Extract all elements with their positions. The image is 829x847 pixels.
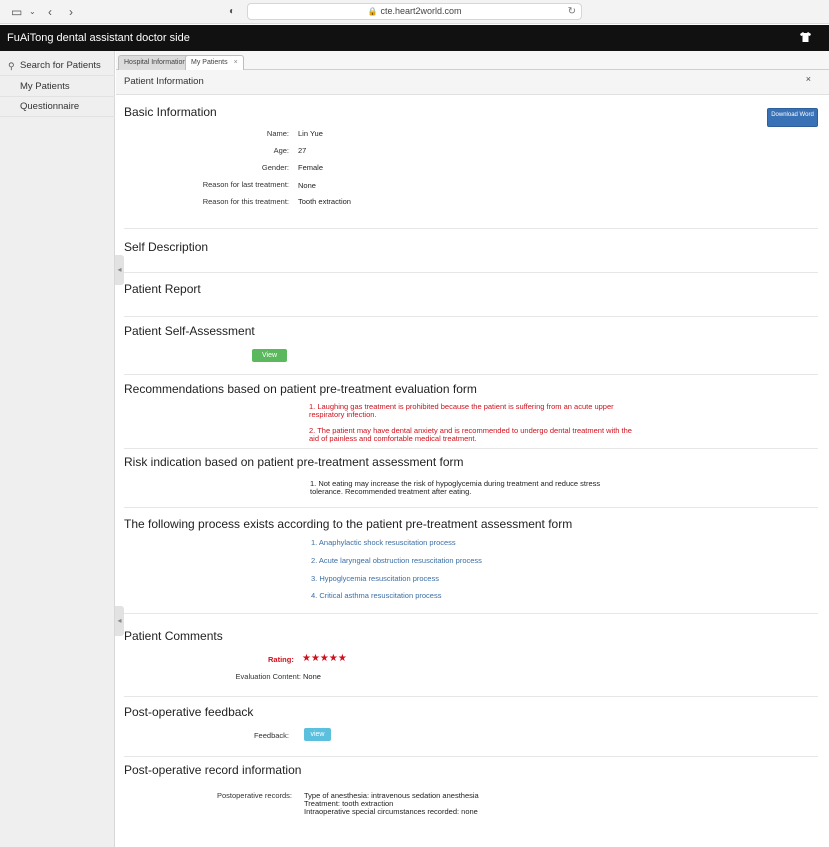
- view-self-assessment-button[interactable]: View: [252, 349, 287, 362]
- rating-label: Rating:: [268, 655, 294, 664]
- section-title-comments: Patient Comments: [124, 629, 223, 643]
- risk-item: 1. Not eating may increase the risk of h…: [310, 479, 601, 496]
- tab-label: Hospital Information: [124, 59, 187, 66]
- evaluation-value: None: [303, 672, 321, 681]
- shield-icon[interactable]: ◐: [229, 4, 235, 20]
- section-title-records: Post-operative record information: [124, 763, 302, 777]
- tab-my-patients[interactable]: My Patients ×: [185, 55, 244, 70]
- tab-hospital-information[interactable]: Hospital Information: [118, 55, 193, 70]
- close-icon[interactable]: ×: [234, 59, 238, 66]
- collapse-sidebar-handle[interactable]: ◂: [115, 255, 124, 285]
- sidebar: ⚲ Search for Patients My Patients Questi…: [0, 51, 115, 847]
- divider: [124, 316, 818, 317]
- app-title: FuAiTong dental assistant doctor side: [7, 32, 190, 44]
- reload-icon[interactable]: ↻: [568, 4, 576, 19]
- process-link[interactable]: 1. Anaphylactic shock resuscitation proc…: [311, 538, 456, 547]
- field-label: Name:: [266, 129, 289, 138]
- field-label: Reason for last treatment:: [202, 180, 289, 189]
- divider: [124, 507, 818, 508]
- field-value: None: [298, 181, 316, 190]
- tab-label: My Patients: [191, 59, 228, 66]
- section-title-self-description: Self Description: [124, 240, 209, 254]
- divider: [124, 448, 818, 449]
- process-link[interactable]: 2. Acute laryngeal obstruction resuscita…: [311, 556, 482, 565]
- section-title-basic: Basic Information: [124, 105, 217, 119]
- section-title-recommendations: Recommendations based on patient pre-tre…: [124, 382, 477, 396]
- url-text: cte.heart2world.com: [380, 6, 462, 16]
- records-label: Postoperative records:: [216, 791, 292, 800]
- divider: [124, 756, 818, 757]
- field-label: Gender:: [261, 163, 289, 172]
- close-icon[interactable]: ×: [806, 74, 811, 84]
- search-icon: ⚲: [8, 61, 15, 71]
- sidebar-item-label: Questionnaire: [20, 101, 80, 112]
- rating-stars: ★★★★★: [302, 653, 347, 664]
- back-icon[interactable]: ‹: [48, 4, 52, 20]
- section-title-process: The following process exists according t…: [124, 517, 573, 531]
- browser-toolbar: ▭ ⌄ ‹ › ◐ 🔒 cte.heart2world.com ↻: [0, 0, 829, 24]
- sidebar-item-label: Search for Patients: [20, 60, 101, 71]
- view-feedback-button[interactable]: view: [304, 728, 331, 741]
- divider: [124, 228, 818, 229]
- download-word-button[interactable]: Download Word: [767, 108, 818, 127]
- field-label: Reason for this treatment:: [202, 197, 289, 206]
- sidebar-item-questionnaire[interactable]: Questionnaire: [0, 97, 115, 117]
- sidebar-item-search[interactable]: ⚲ Search for Patients: [0, 56, 115, 76]
- evaluation-label: Evaluation Content:: [235, 672, 301, 681]
- field-label: Age:: [273, 146, 289, 155]
- divider: [124, 613, 818, 614]
- sidebar-item-label: My Patients: [20, 81, 70, 92]
- section-title-patient-report: Patient Report: [124, 282, 201, 296]
- address-bar[interactable]: 🔒 cte.heart2world.com ↻: [247, 3, 582, 20]
- shirt-icon[interactable]: [799, 31, 812, 43]
- forward-icon[interactable]: ›: [69, 4, 73, 20]
- divider: [124, 272, 818, 273]
- record-line: Intraoperative special circumstances rec…: [304, 807, 478, 816]
- chevron-left-icon: ◂: [117, 265, 122, 274]
- sidebar-item-my-patients[interactable]: My Patients: [0, 77, 115, 97]
- section-title-self-assessment: Patient Self-Assessment: [124, 324, 255, 338]
- field-value: Lin Yue: [298, 129, 323, 138]
- field-value: 27: [298, 146, 307, 155]
- process-link[interactable]: 3. Hypoglycemia resuscitation process: [311, 574, 439, 583]
- collapse-sidebar-handle[interactable]: ◂: [115, 606, 124, 636]
- panel-title: Patient Information: [124, 76, 204, 87]
- feedback-label: Feedback:: [253, 731, 289, 740]
- recommendation-item: 1. Laughing gas treatment is prohibited …: [309, 402, 614, 419]
- lock-icon: 🔒: [367, 7, 378, 16]
- divider: [124, 696, 818, 697]
- section-title-risk: Risk indication based on patient pre-tre…: [124, 455, 464, 469]
- recommendation-item: 2. The patient may have dental anxiety a…: [309, 426, 632, 443]
- chevron-down-icon[interactable]: ⌄: [29, 4, 36, 20]
- process-link[interactable]: 4. Critical asthma resuscitation process: [311, 591, 441, 600]
- sidebar-toggle-icon[interactable]: ▭: [11, 4, 22, 20]
- divider: [124, 374, 818, 375]
- field-value: Tooth extraction: [298, 197, 351, 206]
- field-value: Female: [298, 163, 324, 172]
- panel-header: Patient Information ×: [116, 70, 829, 95]
- tab-bar: Hospital Information My Patients ×: [116, 51, 829, 70]
- section-title-feedback: Post-operative feedback: [124, 705, 254, 719]
- app-header: FuAiTong dental assistant doctor side: [0, 25, 829, 51]
- chevron-left-icon: ◂: [117, 616, 122, 625]
